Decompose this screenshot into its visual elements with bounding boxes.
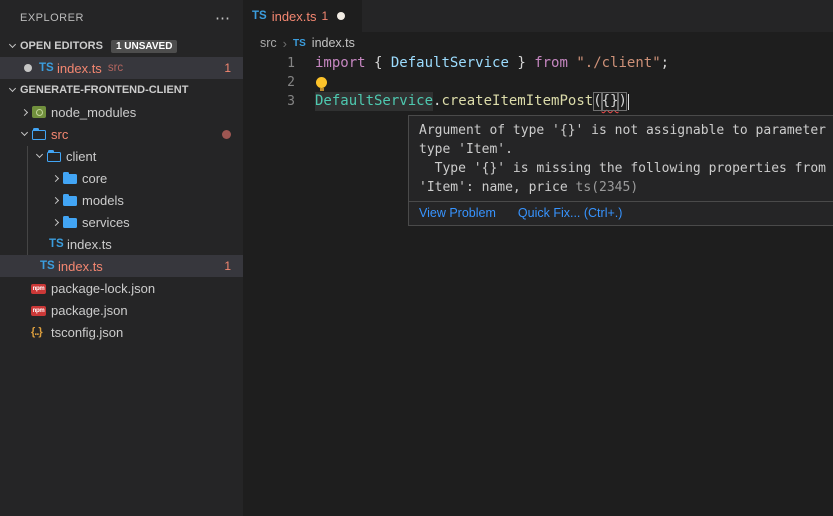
sidebar-item-node-modules[interactable]: node_modules: [0, 101, 243, 123]
folder-icon: [63, 196, 77, 206]
error-count-badge: 1: [224, 61, 243, 75]
npm-icon: npm: [31, 284, 46, 294]
sidebar-item-package-lock-json[interactable]: npm package-lock.json: [0, 277, 243, 299]
folder-modified-dot-icon: [222, 130, 231, 139]
chevron-down-icon[interactable]: [4, 89, 20, 91]
unsaved-dot-icon[interactable]: [337, 12, 345, 20]
open-editors-section-header[interactable]: OPEN EDITORS 1 UNSAVED: [0, 35, 243, 57]
code-token: ): [618, 92, 626, 111]
code-token: [568, 54, 576, 73]
sidebar-item-client[interactable]: client: [0, 145, 243, 167]
error-message-line: Type '{}' is missing the following prope…: [419, 159, 833, 178]
code-token: }: [509, 54, 534, 73]
typescript-icon: TS: [39, 62, 57, 74]
file-label: tsconfig.json: [51, 325, 123, 340]
tab-index-ts[interactable]: TS index.ts 1: [243, 0, 362, 32]
explorer-title: EXPLORER: [20, 12, 84, 24]
project-section-header[interactable]: GENERATE-FRONTEND-CLIENT: [0, 79, 243, 101]
code-token: .: [433, 92, 441, 111]
file-label: index.ts: [67, 237, 112, 252]
sidebar-item-tsconfig-json[interactable]: {..} tsconfig.json: [0, 321, 243, 343]
open-editor-filename: index.ts: [57, 61, 102, 76]
file-label: package-lock.json: [51, 281, 155, 296]
code-token: DefaultService: [315, 92, 433, 111]
chevron-right-icon[interactable]: [47, 220, 63, 225]
code-token: (: [593, 92, 601, 111]
sidebar-item-src[interactable]: src: [0, 123, 243, 145]
folder-label: node_modules: [51, 105, 136, 120]
sidebar-item-core[interactable]: core: [0, 167, 243, 189]
folder-label: services: [82, 215, 130, 230]
error-message-line: Argument of type '{}' is not assignable …: [419, 121, 833, 140]
typescript-icon: TS: [40, 260, 58, 272]
breadcrumb-file[interactable]: index.ts: [312, 36, 355, 50]
error-count-badge: 1: [224, 259, 243, 273]
project-name-label: GENERATE-FRONTEND-CLIENT: [20, 84, 188, 96]
open-editor-path: src: [108, 62, 123, 74]
code-token: import: [315, 54, 366, 73]
folder-label: src: [51, 127, 68, 142]
open-folder-icon: [47, 152, 61, 162]
folder-label: models: [82, 193, 124, 208]
npm-icon: npm: [31, 306, 46, 316]
folder-icon: [63, 174, 77, 184]
chevron-down-icon[interactable]: [16, 133, 32, 135]
node-modules-folder-icon: [32, 106, 46, 118]
typescript-icon: TS: [49, 238, 67, 250]
code-token: ;: [661, 54, 669, 73]
sidebar-item-services[interactable]: services: [0, 211, 243, 233]
open-folder-icon: [32, 130, 46, 140]
error-message-line: type 'Item'.: [419, 140, 833, 159]
text-cursor: [628, 94, 630, 110]
breadcrumb-separator-icon: ›: [283, 36, 287, 51]
chevron-right-icon[interactable]: [47, 198, 63, 203]
open-editor-item-index-ts[interactable]: TS index.ts src 1: [0, 57, 243, 79]
sidebar-item-client-index-ts[interactable]: TS index.ts: [0, 233, 243, 255]
file-label: package.json: [51, 303, 128, 318]
folder-label: client: [66, 149, 96, 164]
sidebar-item-package-json[interactable]: npm package.json: [0, 299, 243, 321]
modified-dot-icon: [24, 64, 32, 72]
file-label: index.ts: [58, 259, 103, 274]
lightbulb-icon[interactable]: [316, 77, 327, 88]
breadcrumb: src › TS index.ts: [243, 32, 355, 54]
folder-icon: [63, 218, 77, 228]
chevron-right-icon[interactable]: [47, 176, 63, 181]
breadcrumb-folder[interactable]: src: [260, 36, 277, 50]
line-number: 3: [243, 92, 295, 111]
json-config-icon: {..}: [31, 326, 49, 338]
sidebar-item-src-index-ts[interactable]: TS index.ts 1: [0, 255, 243, 277]
editor-tab-bar: TS index.ts 1: [243, 0, 833, 32]
chevron-right-icon[interactable]: [16, 110, 32, 115]
error-message-line: 'Item': name, price: [419, 180, 568, 195]
unsaved-badge: 1 UNSAVED: [111, 40, 178, 53]
quick-fix-link[interactable]: Quick Fix... (Ctrl+.): [518, 206, 623, 220]
code-line-3[interactable]: 3 DefaultService . createItemItemPost ( …: [243, 92, 833, 111]
code-line-1[interactable]: 1 import { DefaultService } from "./clie…: [243, 54, 833, 73]
error-code: ts(2345): [576, 180, 639, 195]
code-token: {: [366, 54, 391, 73]
line-number: 1: [243, 54, 295, 73]
sidebar-item-models[interactable]: models: [0, 189, 243, 211]
more-actions-icon[interactable]: ⋯: [215, 9, 231, 27]
open-editors-label: OPEN EDITORS: [20, 40, 103, 52]
typescript-icon: TS: [293, 38, 306, 49]
code-token: from: [534, 54, 568, 73]
view-problem-link[interactable]: View Problem: [419, 206, 496, 220]
code-token: DefaultService: [391, 54, 509, 73]
typescript-icon: TS: [252, 10, 267, 22]
code-line-2[interactable]: 2: [243, 73, 833, 92]
code-editor[interactable]: 1 import { DefaultService } from "./clie…: [243, 54, 833, 111]
code-token: "./client": [576, 54, 660, 73]
code-token-error: {}: [602, 92, 619, 111]
chevron-down-icon[interactable]: [31, 155, 47, 157]
line-number: 2: [243, 73, 295, 92]
error-hover-tooltip: Argument of type '{}' is not assignable …: [408, 115, 833, 226]
chevron-down-icon[interactable]: [4, 45, 20, 47]
tab-title: index.ts: [272, 9, 317, 24]
code-token: createItemItemPost: [441, 92, 593, 111]
folder-label: core: [82, 171, 107, 186]
tab-error-count: 1: [322, 9, 329, 23]
explorer-sidebar: EXPLORER ⋯ OPEN EDITORS 1 UNSAVED TS ind…: [0, 0, 243, 516]
